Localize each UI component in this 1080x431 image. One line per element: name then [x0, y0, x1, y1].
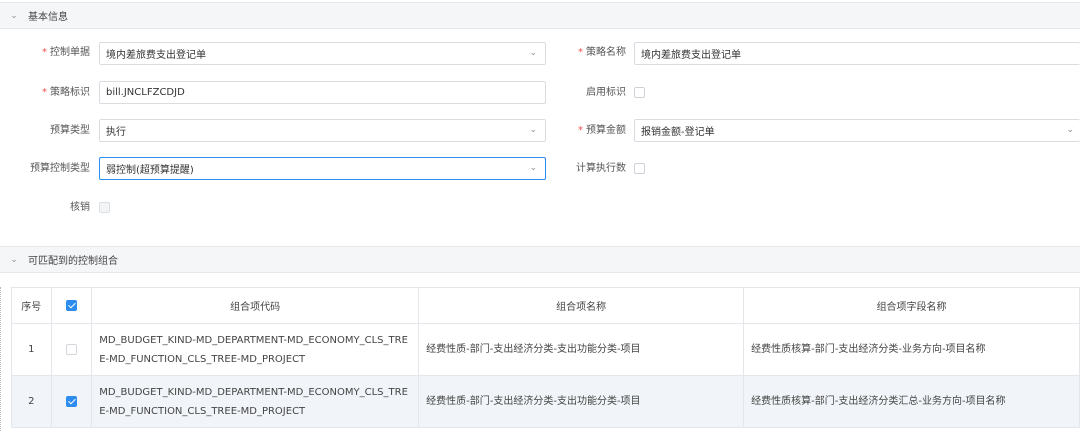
- budget-amount-label: * 预算金额: [578, 125, 626, 136]
- row-checkbox-cell: [50, 323, 93, 376]
- budget-type-label: 预算类型: [50, 125, 90, 136]
- chevron-down-icon: ⌄: [1066, 125, 1074, 135]
- strategy-id-input[interactable]: bill.JNCLFZCDJD: [99, 81, 546, 104]
- control-doc-select[interactable]: 境内差旅费支出登记单 ⌄: [99, 42, 546, 65]
- resize-handle[interactable]: [0, 287, 2, 431]
- strategy-name-value: 境内差旅费支出登记单: [641, 50, 741, 61]
- section-title: 可匹配到的控制组合: [28, 256, 118, 267]
- budget-amount-value: 报销金额-登记单: [641, 127, 715, 138]
- budget-type-select[interactable]: 执行 ⌄: [99, 119, 546, 142]
- row-checkbox-cell: [50, 375, 93, 428]
- calc-exec-checkbox[interactable]: [634, 163, 645, 174]
- budget-control-type-select[interactable]: 弱控制(超预算提醒) ⌄: [99, 157, 546, 180]
- row-name: 经费性质-部门-支出经济分类-支出功能分类-项目: [418, 323, 745, 376]
- combos-table: 序号 组合项代码 组合项名称 组合项字段名称 1 MD_BUDGET_KIND-…: [11, 287, 1080, 428]
- budget-amount-select[interactable]: 报销金额-登记单 ⌄: [634, 119, 1080, 142]
- row-checkbox[interactable]: [65, 395, 77, 407]
- table-row[interactable]: 1 MD_BUDGET_KIND-MD_DEPARTMENT-MD_ECONOM…: [11, 323, 1080, 376]
- writeoff-label: 核销: [70, 202, 90, 213]
- chevron-down-icon: ⌄: [529, 163, 537, 173]
- section-title: 基本信息: [28, 12, 68, 23]
- chevron-down-icon: ⌄: [529, 48, 537, 58]
- row-code: MD_BUDGET_KIND-MD_DEPARTMENT-MD_ECONOMY_…: [91, 375, 420, 428]
- table-header-row: 序号 组合项代码 组合项名称 组合项字段名称: [11, 287, 1080, 324]
- col-header-code: 组合项代码: [91, 287, 420, 324]
- control-doc-value: 境内差旅费支出登记单: [106, 50, 206, 61]
- row-field-name: 经费性质核算-部门-支出经济分类-业务方向-项目名称: [743, 323, 1080, 376]
- enabled-flag-checkbox[interactable]: [634, 87, 645, 98]
- row-field-name: 经费性质核算-部门-支出经济分类汇总-业务方向-项目名称: [743, 375, 1080, 428]
- chevron-down-icon[interactable]: ⌄: [0, 255, 28, 265]
- row-index: 1: [11, 323, 52, 376]
- select-all-checkbox[interactable]: [65, 299, 77, 311]
- strategy-id-value: bill.JNCLFZCDJD: [106, 87, 185, 98]
- col-header-field-name: 组合项字段名称: [743, 287, 1080, 324]
- basic-info-section-header[interactable]: ⌄ 基本信息: [0, 2, 1080, 29]
- writeoff-checkbox[interactable]: [99, 202, 110, 213]
- chevron-down-icon[interactable]: ⌄: [0, 11, 28, 21]
- chevron-down-icon: ⌄: [529, 125, 537, 135]
- enabled-flag-label: 启用标识: [586, 87, 626, 98]
- col-header-select: [50, 287, 93, 324]
- budget-type-value: 执行: [106, 127, 126, 138]
- combos-section-header[interactable]: ⌄ 可匹配到的控制组合: [0, 246, 1080, 273]
- calc-exec-label: 计算执行数: [576, 163, 626, 174]
- control-doc-label: * 控制单据: [42, 47, 90, 58]
- strategy-name-label: * 策略名称: [578, 47, 626, 58]
- row-index: 2: [11, 375, 52, 428]
- col-header-name: 组合项名称: [418, 287, 745, 324]
- row-name: 经费性质-部门-支出经济分类-支出功能分类-项目: [418, 375, 745, 428]
- row-code: MD_BUDGET_KIND-MD_DEPARTMENT-MD_ECONOMY_…: [91, 323, 420, 376]
- budget-control-type-value: 弱控制(超预算提醒): [106, 165, 194, 176]
- table-row[interactable]: 2 MD_BUDGET_KIND-MD_DEPARTMENT-MD_ECONOM…: [11, 375, 1080, 428]
- budget-control-type-label: 预算控制类型: [30, 163, 90, 174]
- row-checkbox[interactable]: [65, 343, 77, 355]
- strategy-id-label: * 策略标识: [42, 87, 90, 98]
- strategy-name-input[interactable]: 境内差旅费支出登记单: [634, 42, 1080, 65]
- col-header-index: 序号: [11, 287, 52, 324]
